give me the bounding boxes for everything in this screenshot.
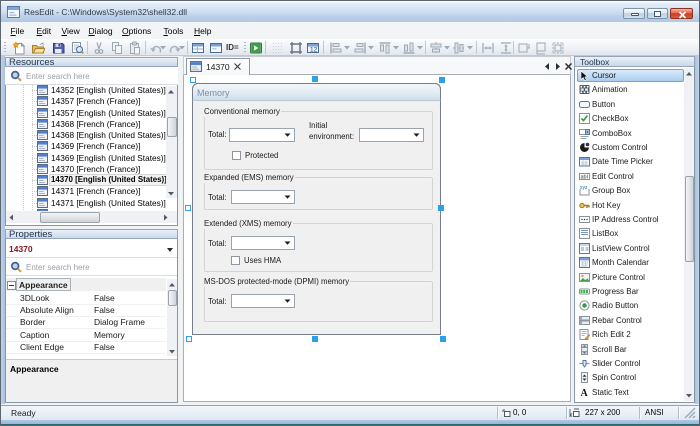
- svg-text:abl: abl: [581, 174, 588, 180]
- svg-text:12: 12: [310, 47, 318, 54]
- svg-text:xyz: xyz: [580, 185, 588, 191]
- svg-text:A: A: [581, 388, 589, 398]
